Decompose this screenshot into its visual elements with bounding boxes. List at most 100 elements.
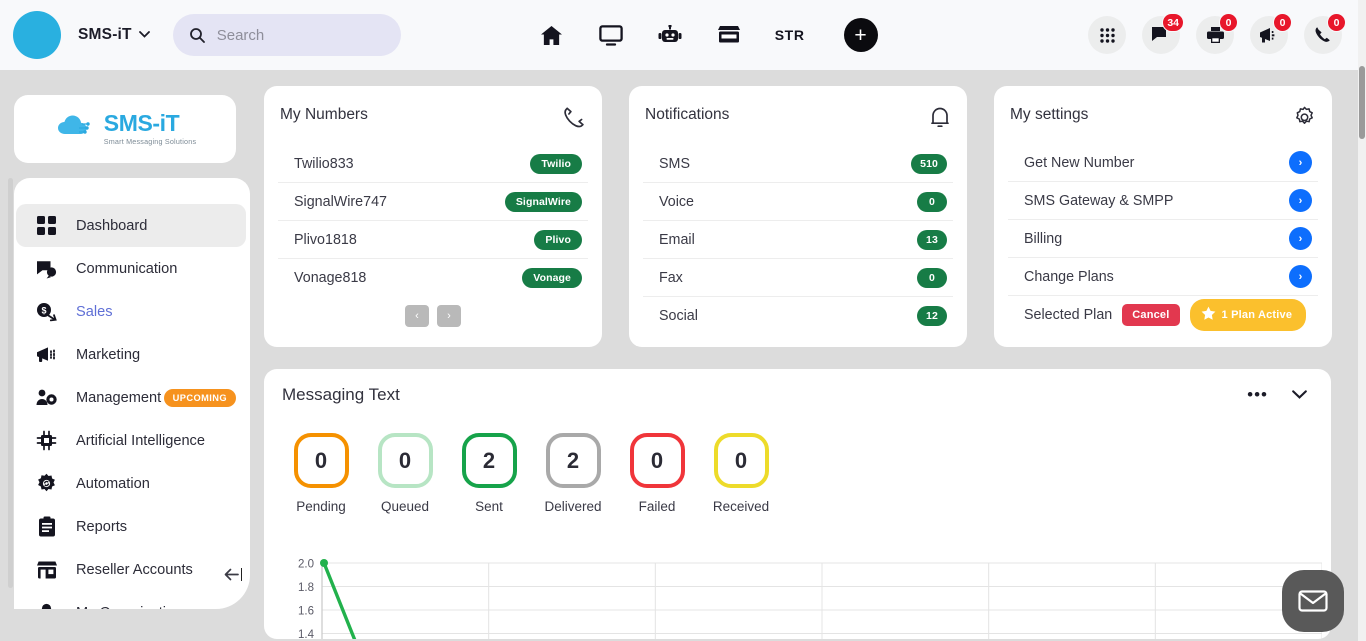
settings-list: Get New Number › SMS Gateway & SMPP › Bi… [1008, 144, 1318, 334]
notification-count: 12 [917, 306, 947, 326]
list-item[interactable]: Voice 0 [643, 183, 953, 221]
chat-fab-button[interactable] [1282, 570, 1344, 632]
star-icon [1201, 306, 1216, 324]
sidebar-item-automation[interactable]: Automation [16, 462, 246, 505]
page-scrollbar[interactable] [1358, 0, 1366, 641]
stat-received[interactable]: 0 Received [711, 433, 771, 514]
chat-bubbles-icon [34, 259, 59, 279]
provider-badge: SignalWire [505, 192, 582, 212]
search-input[interactable]: Search [173, 14, 401, 56]
card-title: My Numbers [280, 106, 368, 124]
sidebar-item-sales[interactable]: $ Sales [16, 290, 246, 333]
robot-icon[interactable] [657, 22, 683, 48]
stat-delivered[interactable]: 2 Delivered [543, 433, 603, 514]
list-item[interactable]: Get New Number › [1008, 144, 1318, 182]
svg-text:$: $ [41, 305, 46, 315]
list-item[interactable]: Email 13 [643, 221, 953, 259]
setting-label: Change Plans [1024, 269, 1114, 285]
store-icon[interactable] [716, 22, 742, 48]
cancel-plan-button[interactable]: Cancel [1122, 304, 1179, 326]
header-right-filler [1350, 0, 1358, 70]
svg-text:2.0: 2.0 [298, 559, 314, 571]
list-item[interactable]: Change Plans › [1008, 258, 1318, 296]
ellipsis-icon[interactable]: ••• [1247, 390, 1268, 400]
chevron-down-icon[interactable] [1292, 386, 1307, 404]
sidebar-item-artificial-intelligence[interactable]: Artificial Intelligence [16, 419, 246, 462]
sidebar-collapse-button[interactable] [224, 568, 243, 581]
str-button[interactable]: STR [775, 27, 805, 43]
phone-icon[interactable]: 0 [1304, 16, 1342, 54]
brand-avatar[interactable] [13, 11, 61, 59]
cloud-network-icon [54, 112, 100, 147]
app-logo[interactable]: SMS-iT Smart Messaging Solutions [14, 95, 236, 163]
stat-value: 2 [546, 433, 601, 488]
status-badge-upcoming: UPCOMING [164, 389, 236, 407]
stat-failed[interactable]: 0 Failed [627, 433, 687, 514]
chevron-right-icon[interactable]: › [1289, 151, 1312, 174]
chevron-down-icon[interactable] [139, 30, 150, 41]
sidebar-item-management[interactable]: Management UPCOMING [16, 376, 246, 419]
sidebar-item-reports[interactable]: Reports [16, 505, 246, 548]
pager-prev-button[interactable]: ‹ [405, 305, 429, 327]
list-item[interactable]: Plivo1818 Plivo [278, 221, 588, 259]
list-item[interactable]: Vonage818 Vonage [278, 259, 588, 297]
chevron-right-icon[interactable]: › [1289, 227, 1312, 250]
chevron-right-icon[interactable]: › [1289, 189, 1312, 212]
sidebar-item-label: Reseller Accounts [76, 562, 193, 578]
notification-count: 13 [917, 230, 947, 250]
list-item[interactable]: Fax 0 [643, 259, 953, 297]
phone-outline-icon[interactable] [562, 106, 586, 135]
scrollbar-thumb[interactable] [1359, 66, 1365, 139]
add-button[interactable]: + [844, 18, 878, 52]
list-item[interactable]: SMS Gateway & SMPP › [1008, 182, 1318, 220]
notification-label: Social [659, 308, 698, 324]
pager-next-button[interactable]: › [437, 305, 461, 327]
sidebar-item-label: My Organization [76, 605, 182, 610]
notifications-list: SMS 510 Voice 0 Email 13 Fax 0 Social [643, 145, 953, 335]
number-name: Twilio833 [294, 156, 354, 172]
list-item[interactable]: SignalWire747 SignalWire [278, 183, 588, 221]
plan-active-button[interactable]: 1 Plan Active [1190, 299, 1307, 331]
chevron-right-icon[interactable]: › [1289, 265, 1312, 288]
stat-sent[interactable]: 2 Sent [459, 433, 519, 514]
my-numbers-card: My Numbers Twilio833 Twilio SignalWire74… [264, 86, 602, 347]
stat-queued[interactable]: 0 Queued [375, 433, 435, 514]
megaphone-icon[interactable]: 0 [1250, 16, 1288, 54]
notification-label: Email [659, 232, 695, 248]
sales-money-icon: $ [34, 302, 59, 322]
collapse-caret [241, 568, 243, 581]
list-item[interactable]: Social 12 [643, 297, 953, 335]
sidebar-item-dashboard[interactable]: Dashboard [16, 204, 246, 247]
gear-outline-icon[interactable] [1293, 106, 1316, 134]
list-item[interactable]: SMS 510 [643, 145, 953, 183]
stat-label: Received [713, 499, 769, 514]
monitor-icon[interactable] [598, 22, 624, 48]
stat-value: 0 [630, 433, 685, 488]
search-placeholder: Search [217, 27, 265, 44]
stat-pending[interactable]: 0 Pending [291, 433, 351, 514]
notification-count: 510 [911, 154, 947, 174]
chat-icon[interactable]: 34 [1142, 16, 1180, 54]
sidebar-nav: Dashboard Communication $ Sales Marketin… [14, 178, 250, 609]
sidebar-item-marketing[interactable]: Marketing [16, 333, 246, 376]
brand-name[interactable]: SMS-iT [78, 26, 132, 44]
list-item[interactable]: Billing › [1008, 220, 1318, 258]
printer-icon[interactable]: 0 [1196, 16, 1234, 54]
sidebar-item-reseller-accounts[interactable]: Reseller Accounts [16, 548, 246, 591]
svg-text:1.6: 1.6 [298, 606, 314, 618]
header-nav-icons: STR + [539, 18, 878, 52]
people-gear-icon [34, 388, 59, 408]
sidebar-scroll-rail[interactable] [8, 178, 13, 588]
sidebar-item-communication[interactable]: Communication [16, 247, 246, 290]
number-name: Plivo1818 [294, 232, 357, 248]
selected-plan-row: Selected Plan Cancel 1 Plan Active [1008, 296, 1318, 334]
list-item[interactable]: Twilio833 Twilio [278, 145, 588, 183]
apps-grid-icon[interactable] [1088, 16, 1126, 54]
setting-label: Billing [1024, 231, 1062, 247]
my-settings-card: My settings Get New Number › SMS Gateway… [994, 86, 1332, 347]
home-icon[interactable] [539, 22, 565, 48]
sidebar-item-label: Reports [76, 519, 127, 535]
sidebar-item-my-organization[interactable]: My Organization [16, 591, 246, 609]
bell-outline-icon[interactable] [929, 106, 951, 135]
numbers-list: Twilio833 Twilio SignalWire747 SignalWir… [278, 145, 588, 297]
